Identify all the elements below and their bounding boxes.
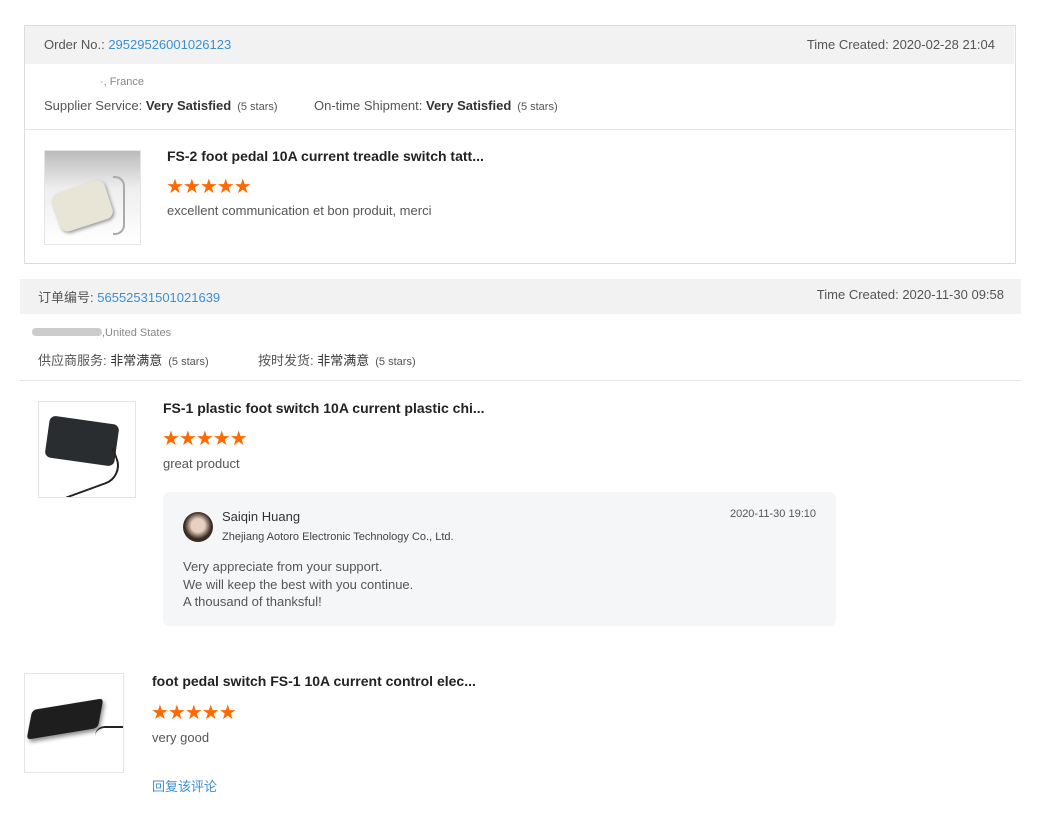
time-label: Time Created: [806, 37, 889, 52]
product-title[interactable]: FS-2 foot pedal 10A current treadle swit… [167, 148, 484, 164]
product-title[interactable]: FS-1 plastic foot switch 10A current pla… [163, 400, 485, 416]
redacted-name [32, 328, 102, 336]
product-image-fs1[interactable] [38, 401, 136, 498]
review-comment: excellent communication et bon produit, … [167, 203, 432, 218]
buyer-location-2: ,United States [102, 327, 172, 339]
order-number-link[interactable]: 56552531501021639 [97, 290, 220, 305]
product-title[interactable]: foot pedal switch FS-1 10A current contr… [152, 673, 476, 689]
divider [25, 129, 1014, 130]
review-comment: great product [163, 456, 240, 471]
order-number-link[interactable]: 29529526001026123 [108, 37, 231, 52]
reply-date: 2020-11-30 19:10 [729, 508, 816, 520]
order-label: 订单编号: [38, 290, 94, 305]
seller-avatar [183, 512, 213, 542]
seller-company: Zhejiang Aotoro Electronic Technology Co… [222, 531, 454, 543]
reply-line: A thousand of thanksful! [183, 594, 322, 609]
time-value: 2020-02-28 21:04 [892, 37, 995, 52]
order-number-2: 订单编号: 56552531501021639 [38, 287, 220, 306]
order-label: Order No.: [44, 37, 105, 52]
time-created-2: Time Created: 2020-11-30 09:58 [816, 287, 1004, 302]
time-created-1: Time Created: 2020-02-28 21:04 [807, 37, 995, 52]
product-image-fs2[interactable] [44, 150, 141, 245]
review-comment: very good [152, 730, 210, 745]
order-number-1: Order No.: 29529526001026123 [44, 37, 231, 52]
divider [20, 380, 1021, 381]
product-image-fs1-black[interactable] [24, 673, 124, 773]
star-rating: ★★★★★ [166, 176, 252, 198]
reply-to-review-link[interactable]: 回复该评论 [152, 776, 217, 795]
reply-line: We will keep the best with you continue. [183, 577, 414, 592]
shipment-rating-2: 按时发货: 非常满意 (5 stars) [258, 353, 416, 368]
star-rating: ★★★★★ [151, 702, 237, 724]
supplier-rating-2: 供应商服务: 非常满意 (5 stars) [38, 353, 209, 368]
star-rating: ★★★★★ [162, 428, 248, 450]
reply-line: Very appreciate from your support. [183, 559, 383, 574]
shipment-rating-1: On-time Shipment: Very Satisfied (5 stars… [314, 98, 558, 113]
buyer-location-1: ·, France [100, 76, 145, 88]
supplier-rating-1: Supplier Service: Very Satisfied (5 stars… [44, 98, 278, 113]
seller-name: Saiqin Huang [222, 509, 301, 524]
